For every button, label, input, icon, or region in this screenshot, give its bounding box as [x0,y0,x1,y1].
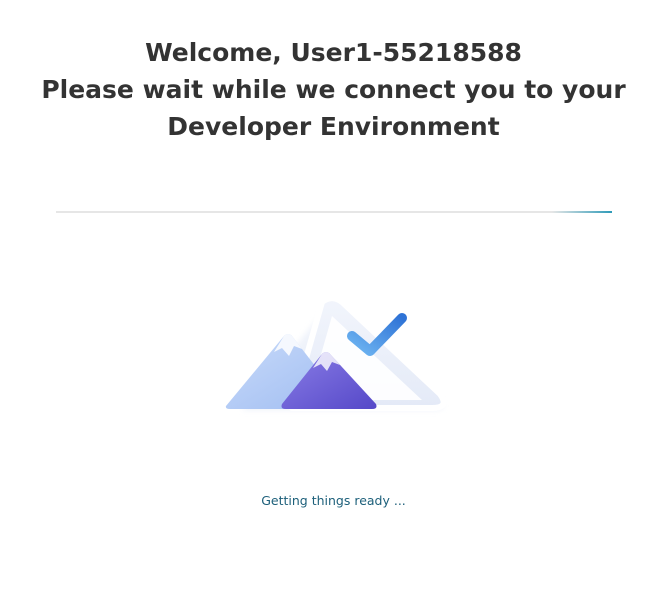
page-title: Welcome, User1-55218588 Please wait whil… [0,34,667,145]
welcome-line: Welcome, User1-55218588 [145,38,522,67]
wait-line: Please wait while we connect you to your [41,75,626,104]
mountains-checkmark-icon [212,288,462,428]
environment-line: Developer Environment [167,112,500,141]
status-text: Getting things ready ... [261,493,406,508]
progress-indicator [552,211,612,213]
progress-bar [56,211,612,213]
